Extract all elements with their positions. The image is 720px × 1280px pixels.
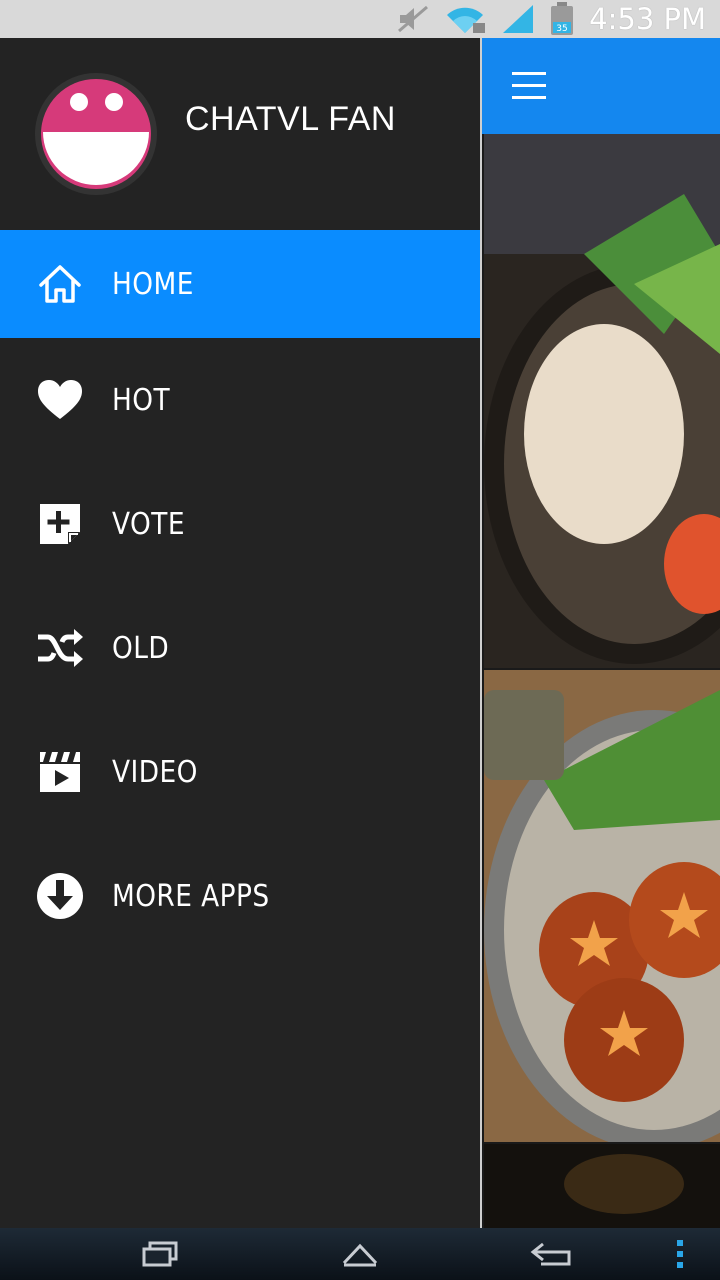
heart-icon [36,376,84,424]
drawer-header: CHATVL FAN [0,38,480,230]
profile-name: CHATVL FAN [185,100,396,138]
clapperboard-icon [36,748,84,796]
menu-item-old[interactable]: OLD [0,586,480,710]
menu-item-hot[interactable]: HOT [0,338,480,462]
home-icon [36,260,84,308]
menu-label-more-apps: MORE APPS [112,878,270,914]
wifi-icon [443,3,487,35]
back-icon[interactable] [528,1238,574,1270]
overflow-menu-icon[interactable] [674,1238,686,1270]
hamburger-icon[interactable] [512,72,546,100]
shuffle-icon [36,624,84,672]
menu-label-video: VIDEO [112,754,198,790]
menu-label-old: OLD [112,630,170,666]
battery-icon: 35 [549,2,575,36]
menu-label-home: HOME [112,266,194,302]
menu-item-home[interactable]: HOME [0,230,480,338]
avatar[interactable] [34,72,158,196]
download-icon [36,872,84,920]
mute-icon [397,5,429,33]
signal-icon [501,3,535,35]
status-time: 4:53 PM [589,2,706,36]
battery-percent: 35 [556,24,567,34]
system-nav-bar [0,1228,720,1280]
hotpot-photo[interactable] [484,134,720,668]
dragon-ball-hotpot-photo[interactable] [484,670,720,1142]
navigation-drawer: CHATVL FAN HOME HOT VOTE OLD VIDEO MORE … [0,38,480,1228]
dark-photo[interactable] [484,1144,720,1228]
recent-apps-icon[interactable] [140,1238,180,1270]
drawer-menu: HOME HOT VOTE OLD VIDEO MORE APPS [0,230,480,958]
app-bar [480,38,720,134]
main-content [480,38,720,1228]
home-nav-icon[interactable] [340,1238,380,1270]
menu-item-more-apps[interactable]: MORE APPS [0,834,480,958]
menu-label-hot: HOT [112,382,171,418]
menu-label-vote: VOTE [112,506,185,542]
status-bar: 35 4:53 PM [0,0,720,38]
menu-item-video[interactable]: VIDEO [0,710,480,834]
menu-item-vote[interactable]: VOTE [0,462,480,586]
add-note-icon [36,500,84,548]
